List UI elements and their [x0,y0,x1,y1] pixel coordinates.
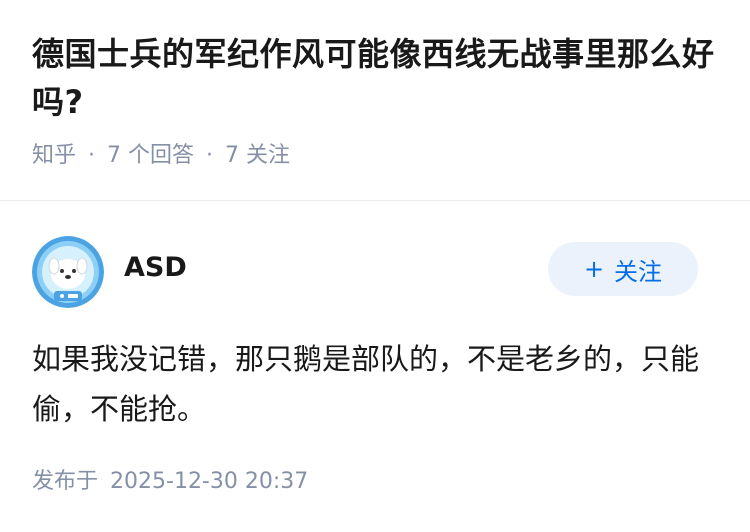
separator-dot: · [206,143,214,168]
answers-count[interactable]: 7 个回答 [107,140,194,172]
answer-author-bar: ASD + 关注 [32,232,718,308]
avatar-dog-astronaut-icon [32,236,104,308]
follow-button[interactable]: + 关注 [548,242,698,296]
question-header: 德国士兵的军纪作风可能像西线无战事里那么好吗? 知乎 · 7 个回答 · 7 关… [32,30,722,172]
answer-content[interactable]: 如果我没记错，那只鹅是部队的，不是老乡的，只能偷，不能抢。 [32,334,712,434]
publish-label: 发布于 [32,469,99,494]
plus-icon: + [583,255,605,283]
question-meta: 知乎 · 7 个回答 · 7 关注 [32,140,722,172]
separator-dot: · [88,143,96,168]
question-title[interactable]: 德国士兵的军纪作风可能像西线无战事里那么好吗? [32,30,722,126]
publish-time: 2025-12-30 20:37 [110,469,309,494]
author-name[interactable]: ASD [124,250,187,286]
follow-button-label: 关注 [614,257,663,286]
source-label[interactable]: 知乎 [32,140,76,172]
followers-count[interactable]: 7 关注 [225,140,290,172]
avatar[interactable] [32,236,104,308]
divider [0,200,750,201]
publish-info: 发布于 2025-12-30 20:37 [32,466,308,498]
